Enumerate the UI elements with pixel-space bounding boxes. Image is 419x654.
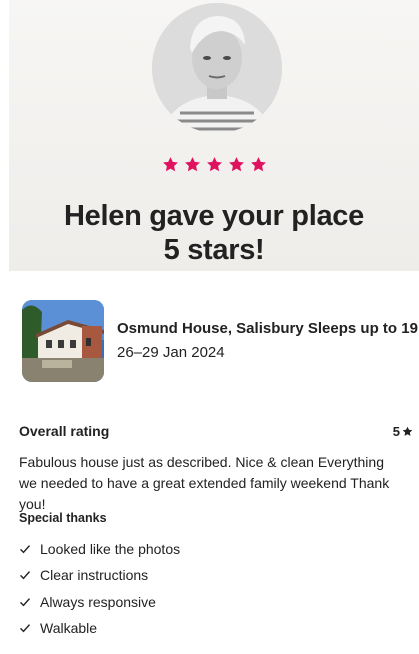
- rating-number: 5: [392, 424, 400, 439]
- overall-rating-value: 5: [393, 424, 413, 439]
- thanks-item-label: Looked like the photos: [40, 541, 181, 558]
- list-item: Always responsive: [19, 589, 180, 615]
- list-item: Walkable: [19, 615, 180, 641]
- thanks-item-label: Walkable: [40, 620, 98, 637]
- star-icon: [402, 426, 413, 436]
- headline-line-2: 5 stars!: [163, 234, 265, 266]
- thanks-item-label: Always responsive: [40, 593, 156, 610]
- thanks-item-label: Clear instructions: [40, 567, 149, 584]
- listing-card[interactable]: Osmund House, Salisbury Sleeps up to 19 …: [22, 300, 419, 382]
- list-item: Clear instructions: [19, 562, 180, 588]
- star-rating: [9, 156, 419, 173]
- house-photo: [22, 300, 104, 382]
- star-icon: [184, 157, 200, 172]
- review-hero: Helen gave your place 5 stars!: [9, 0, 419, 271]
- star-icon: [228, 157, 244, 172]
- check-icon: [20, 545, 31, 554]
- star-icon: [206, 157, 222, 172]
- special-thanks-list: Looked like the photos Clear instruction…: [19, 536, 180, 641]
- check-icon: [20, 624, 31, 633]
- listing-thumbnail[interactable]: [22, 300, 104, 382]
- check-icon: [20, 597, 31, 607]
- guest-avatar: [152, 3, 282, 133]
- review-headline: Helen gave your place 5 stars!: [9, 199, 419, 267]
- check-icon: [20, 571, 31, 580]
- list-item: Looked like the photos: [19, 536, 180, 562]
- special-thanks-title: Special thanks: [19, 511, 107, 525]
- listing-name[interactable]: Osmund House, Salisbury Sleeps up to 19: [117, 320, 418, 337]
- headline-line-1: Helen gave your place: [64, 200, 364, 232]
- stay-dates: 26–29 Jan 2024: [117, 344, 225, 361]
- star-icon: [250, 157, 266, 172]
- overall-rating-label: Overall rating: [19, 423, 110, 439]
- review-text: Fabulous house just as described. Nice &…: [19, 454, 390, 512]
- star-icon: [162, 157, 178, 172]
- guest-photo: [152, 3, 282, 133]
